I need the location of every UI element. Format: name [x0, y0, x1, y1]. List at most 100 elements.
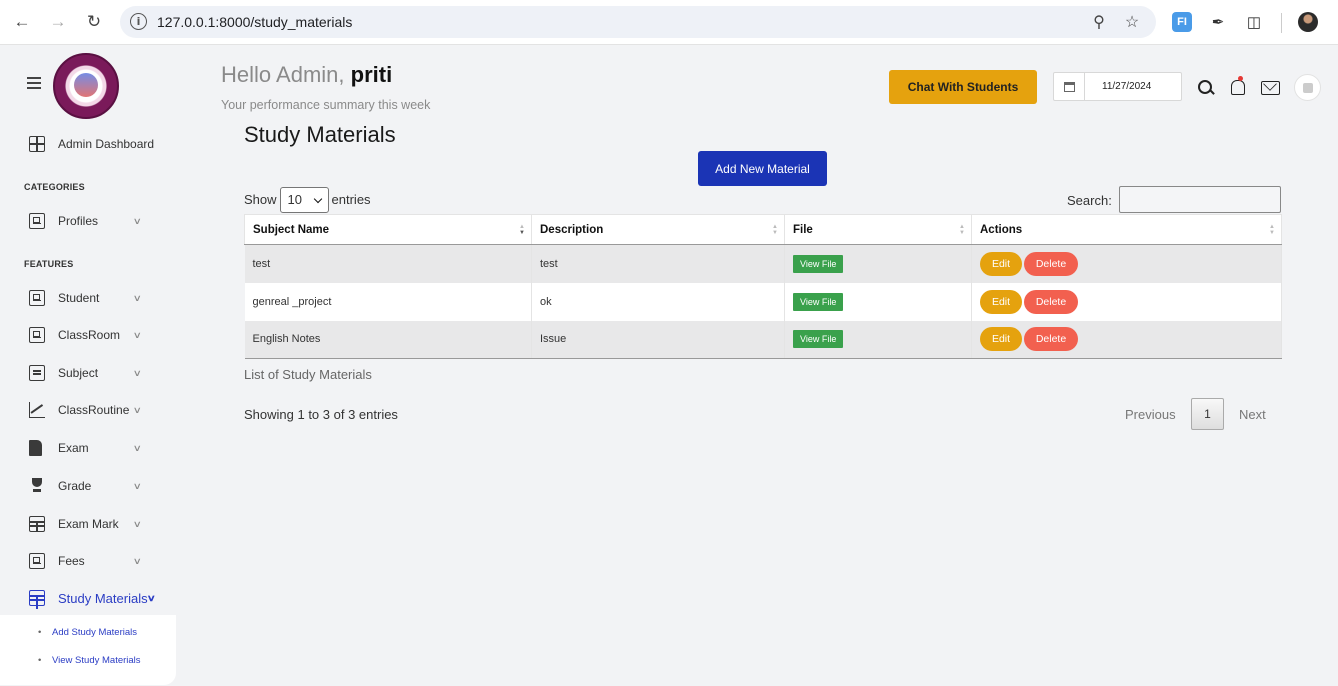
submenu-item-add-study-materials[interactable]: Add Study Materials — [38, 627, 137, 638]
add-new-material-button[interactable]: Add New Material — [698, 151, 827, 186]
table-row: test test View File Edit Delete — [244, 244, 1282, 283]
form-icon — [29, 290, 45, 306]
chevron-down-icon: ∨ — [132, 292, 142, 303]
document-check-icon — [29, 440, 42, 456]
zoom-icon[interactable]: ⚲ — [1089, 12, 1109, 32]
forward-arrow-icon[interactable]: → — [47, 11, 69, 33]
submenu-item-view-study-materials[interactable]: View Study Materials — [38, 655, 141, 666]
date-value[interactable]: 11/27/2024 — [1102, 81, 1151, 92]
column-header-actions[interactable]: Actions ▲ ▼ — [971, 214, 1282, 245]
star-icon[interactable]: ☆ — [1122, 12, 1142, 32]
search-label: Search: — [1067, 193, 1112, 208]
sidebar-item-subject[interactable]: Subject ∨ — [0, 360, 176, 386]
mail-icon[interactable] — [1261, 81, 1280, 95]
chevron-down-icon: ∨ — [132, 329, 142, 340]
sidebar-item-exam[interactable]: Exam ∨ — [0, 435, 176, 461]
delete-button[interactable]: Delete — [1024, 327, 1078, 352]
sidebar-item-fees[interactable]: Fees ∨ — [0, 548, 176, 574]
browser-toolbar: ← → ↻ i 127.0.0.1:8000/study_materials ⚲… — [0, 0, 1338, 45]
sort-icon: ▲ ▼ — [959, 224, 965, 236]
table-row: English Notes Issue View File Edit Delete — [244, 320, 1282, 359]
cell-file: View File — [784, 320, 972, 359]
chevron-down-icon: ∨ — [132, 555, 142, 566]
edit-button[interactable]: Edit — [980, 289, 1022, 314]
calendar-icon[interactable] — [1054, 73, 1085, 100]
chat-with-students-button[interactable]: Chat With Students — [889, 70, 1037, 104]
sidebar-item-label: ClassRoom — [58, 328, 121, 342]
line-chart-icon — [29, 402, 45, 418]
study-materials-table: Subject Name ▲ ▼ Description ▲ ▼ File ▲ ▼ Acti… — [244, 214, 1282, 359]
edit-button[interactable]: Edit — [980, 251, 1022, 276]
cell-actions: Edit Delete — [971, 320, 1282, 359]
sidebar-item-label: Grade — [58, 479, 92, 493]
bell-notification-icon[interactable] — [1228, 76, 1248, 98]
column-header-file[interactable]: File ▲ ▼ — [784, 214, 972, 245]
view-file-button[interactable]: View File — [793, 292, 844, 311]
view-file-button[interactable]: View File — [793, 330, 844, 349]
form-icon — [29, 327, 45, 343]
pagination-previous[interactable]: Previous — [1125, 407, 1176, 422]
sidebar-item-study-materials[interactable]: Study Materials ∨ — [0, 585, 176, 611]
sidebar-item-grade[interactable]: Grade ∨ — [0, 473, 176, 499]
site-info-icon[interactable]: i — [130, 13, 147, 30]
sidebar-item-label: ClassRoutine — [58, 403, 130, 417]
greeting-subtitle: Your performance summary this week — [221, 98, 431, 112]
table-caption: List of Study Materials — [244, 367, 372, 382]
sidebar-item-label: Admin Dashboard — [58, 137, 155, 151]
cell-file: View File — [784, 244, 972, 283]
table-row: genreal _project ok View File Edit Delete — [244, 282, 1282, 321]
sidebar-item-label: Exam — [58, 441, 89, 455]
cell-description: ok — [531, 282, 785, 321]
sidebar-item-classroom[interactable]: ClassRoom ∨ — [0, 322, 176, 348]
cell-subject: English Notes — [244, 320, 532, 359]
table-icon — [29, 590, 45, 606]
chevron-down-icon: ∨ — [132, 442, 142, 453]
sidebar-item-exam-mark[interactable]: Exam Mark ∨ — [0, 511, 176, 537]
pagination-page-1[interactable]: 1 — [1191, 398, 1224, 430]
table-info: Showing 1 to 3 of 3 entries — [244, 407, 398, 422]
form-icon — [29, 553, 45, 569]
browser-profile-avatar[interactable] — [1298, 12, 1318, 32]
sidebar-item-label: Subject — [58, 366, 99, 380]
sidebar-item-label: Exam Mark — [58, 517, 119, 531]
address-bar[interactable]: i 127.0.0.1:8000/study_materials ⚲ ☆ — [120, 6, 1156, 38]
pagination-next[interactable]: Next — [1239, 407, 1266, 422]
search-input[interactable] — [1119, 186, 1281, 213]
page-title: Study Materials — [244, 122, 396, 147]
delete-button[interactable]: Delete — [1024, 289, 1078, 314]
view-file-button[interactable]: View File — [793, 254, 844, 273]
cell-actions: Edit Delete — [971, 244, 1282, 283]
delete-button[interactable]: Delete — [1024, 251, 1078, 276]
entries-label: entries — [331, 192, 371, 207]
back-arrow-icon[interactable]: ← — [11, 11, 33, 33]
column-header-subject-name[interactable]: Subject Name ▲ ▼ — [244, 214, 532, 245]
eyedropper-icon[interactable]: ✒ — [1208, 12, 1228, 32]
edit-button[interactable]: Edit — [980, 327, 1022, 352]
form-icon — [29, 213, 45, 229]
sidebar-item-student[interactable]: Student ∨ — [0, 285, 176, 311]
page-length-select[interactable]: 10 — [279, 186, 329, 213]
hamburger-menu-icon[interactable] — [27, 77, 41, 89]
puzzle-extensions-icon[interactable]: ◫ — [1244, 12, 1264, 32]
search-icon[interactable] — [1196, 78, 1216, 98]
study-materials-submenu: Add Study Materials View Study Materials — [0, 615, 176, 685]
avatar[interactable] — [1294, 74, 1321, 101]
chevron-down-icon: ∨ — [132, 404, 142, 415]
sort-icon: ▲ ▼ — [519, 224, 525, 236]
url-text[interactable]: 127.0.0.1:8000/study_materials — [157, 14, 352, 30]
sidebar-item-profiles[interactable]: Profiles ∨ — [0, 208, 176, 234]
extension-fi-icon[interactable]: FI — [1172, 12, 1192, 32]
chevron-down-icon: ∨ — [146, 592, 156, 603]
sidebar-item-admin-dashboard[interactable]: Admin Dashboard — [0, 131, 176, 157]
page-length-control: Show 10 entries — [244, 186, 371, 213]
categories-heading: CATEGORIES — [24, 182, 85, 192]
cell-file: View File — [784, 282, 972, 321]
show-label: Show — [244, 192, 277, 207]
sidebar-item-classroutine[interactable]: ClassRoutine ∨ — [0, 397, 176, 423]
column-header-description[interactable]: Description ▲ ▼ — [531, 214, 785, 245]
cell-actions: Edit Delete — [971, 282, 1282, 321]
date-picker[interactable]: 11/27/2024 — [1053, 72, 1182, 101]
username: priti — [350, 62, 393, 87]
reload-icon[interactable]: ↻ — [83, 11, 105, 33]
trophy-icon — [29, 478, 45, 494]
